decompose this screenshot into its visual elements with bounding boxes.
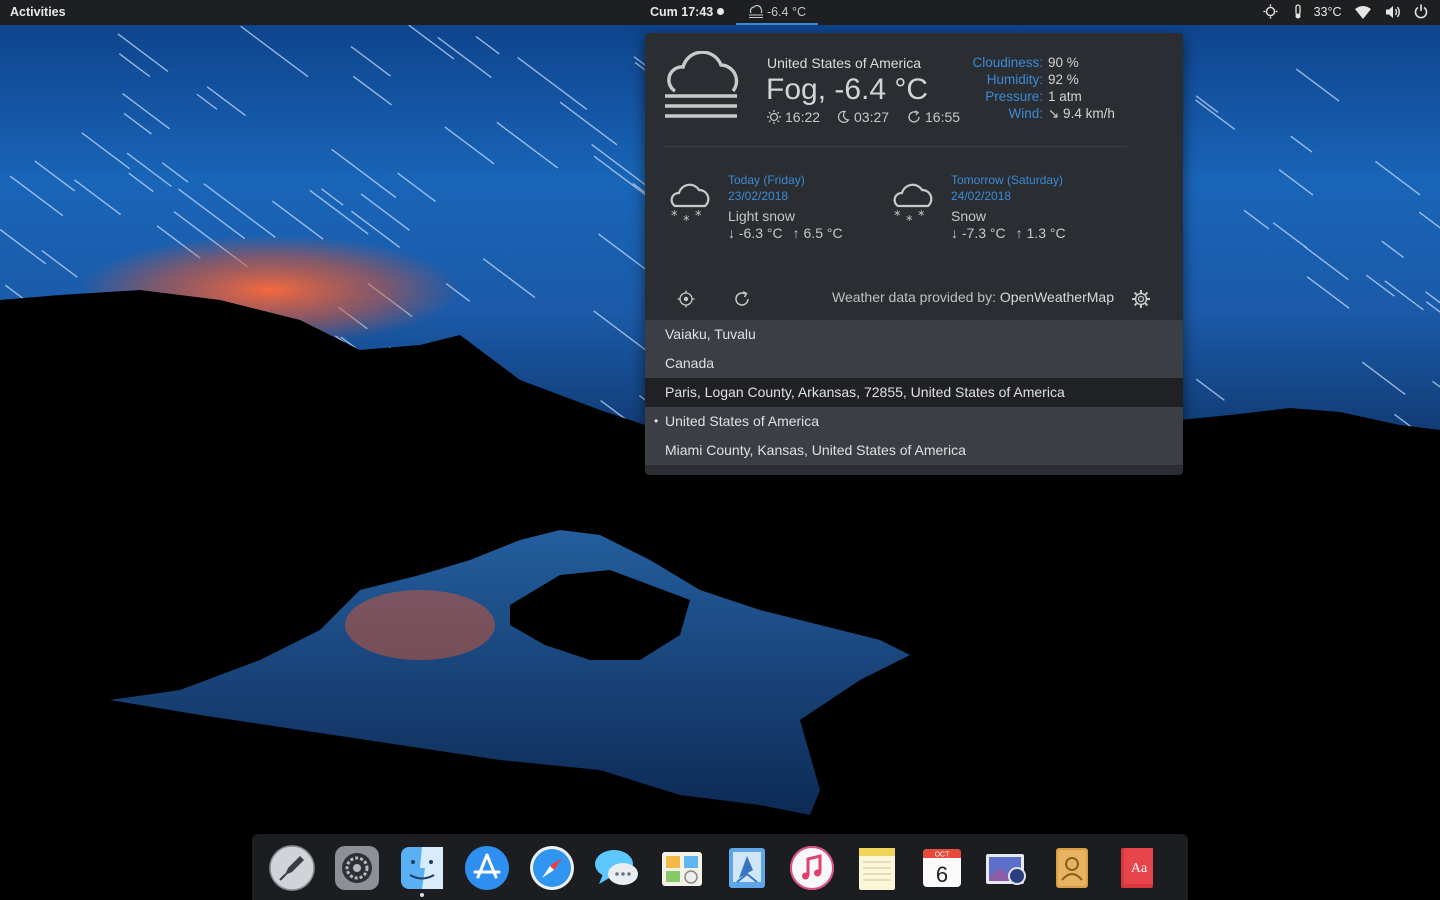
- wifi-icon[interactable]: [1355, 0, 1372, 25]
- location-name: United States of America: [665, 413, 820, 429]
- moon-icon: [837, 110, 850, 123]
- snow-cloud-icon: * * *: [670, 183, 710, 228]
- location-item[interactable]: Miami County, Kansas, United States of A…: [645, 436, 1183, 465]
- detail-label: Humidity:: [986, 72, 1043, 87]
- dock: OCT 6 Aa: [252, 834, 1188, 900]
- detail-cloudiness: Cloudiness: 90 %: [895, 55, 1125, 72]
- svg-text:*: *: [683, 214, 690, 228]
- separator: [663, 146, 1127, 147]
- locate-icon[interactable]: [677, 290, 695, 308]
- sunset: 03:27: [836, 109, 889, 125]
- detail-label: Cloudiness:: [972, 55, 1043, 70]
- detail-value: 90 %: [1048, 55, 1079, 70]
- location-item-active[interactable]: • United States of America: [645, 407, 1183, 436]
- forecast-date: 23/02/2018: [728, 189, 789, 203]
- safari-icon[interactable]: [528, 844, 576, 892]
- messages-icon[interactable]: [593, 844, 641, 892]
- volume-icon[interactable]: [1385, 0, 1401, 25]
- brightness-icon[interactable]: [1263, 0, 1278, 25]
- weather-indicator-temp: -6.4 °C: [766, 5, 807, 19]
- notification-dot: [717, 8, 725, 15]
- system-tray[interactable]: 33°C: [1253, 0, 1428, 25]
- activities-button[interactable]: Activities: [10, 0, 66, 25]
- provider-credit: Weather data provided by: OpenWeatherMap: [832, 289, 1114, 305]
- snow-cloud-icon: * * *: [893, 183, 933, 228]
- sunrise-icon: [767, 110, 781, 124]
- thermometer-icon: [1294, 4, 1301, 19]
- launchpad-icon[interactable]: [268, 844, 316, 892]
- detail-value: 92 %: [1048, 72, 1079, 87]
- cpu-temperature[interactable]: 33°C: [1292, 0, 1342, 25]
- current-details: Cloudiness: 90 % Humidity: 92 % Pressure: 1…: [895, 55, 1125, 123]
- detail-label: Wind:: [1008, 106, 1043, 121]
- preview-icon[interactable]: [983, 844, 1031, 892]
- detail-wind: Wind: ↘ 9.4 km/h: [895, 106, 1125, 123]
- forecast-today-header: Today (Friday) 23/02/2018: [728, 172, 805, 204]
- forecast-tomorrow-header: Tomorrow (Saturday) 24/02/2018: [951, 172, 1063, 204]
- location-item[interactable]: Paris, Logan County, Arkansas, 72855, Un…: [645, 378, 1183, 407]
- fog-cloud-icon: [748, 5, 763, 18]
- app-store-icon[interactable]: [463, 844, 511, 892]
- photos-icon[interactable]: [658, 844, 706, 892]
- svg-text:*: *: [671, 209, 678, 224]
- notes-icon[interactable]: [853, 844, 901, 892]
- weather-indicator[interactable]: -6.4 °C: [736, 0, 818, 25]
- location-list: Vaiaku, Tuvalu Canada Paris, Logan Count…: [645, 320, 1183, 465]
- clock-label: Cum 17:43: [650, 5, 714, 19]
- detail-label: Pressure:: [985, 89, 1043, 104]
- calendar-day: 6: [936, 862, 948, 887]
- dictionary-icon[interactable]: Aa: [1113, 844, 1161, 892]
- location-name: Miami County, Kansas, United States of A…: [665, 442, 966, 458]
- calendar-month: OCT: [935, 852, 951, 859]
- weather-popup: United States of America Fog, -6.4 °C 16…: [645, 33, 1183, 475]
- detail-humidity: Humidity: 92 %: [895, 72, 1125, 89]
- detail-pressure: Pressure: 1 atm: [895, 89, 1125, 106]
- forecast-low: ↓ -6.3 °C: [728, 225, 783, 241]
- detail-value: ↘ 9.4 km/h: [1048, 106, 1115, 121]
- location-name: Paris, Logan County, Arkansas, 72855, Un…: [665, 384, 1065, 400]
- sunrise-time: 16:22: [785, 109, 821, 125]
- forecast-condition: Snow: [951, 208, 987, 224]
- gear-icon[interactable]: [1131, 289, 1151, 309]
- finder-icon[interactable]: [398, 844, 446, 892]
- fog-cloud-icon: [665, 51, 739, 118]
- contacts-icon[interactable]: [1048, 844, 1096, 892]
- svg-text:*: *: [894, 209, 901, 224]
- clock-menu[interactable]: Cum 17:43: [650, 0, 725, 25]
- svg-text:*: *: [906, 214, 913, 228]
- forecast-temps: ↓ -7.3 °C ↑ 1.3 °C: [951, 225, 1076, 241]
- forecast-condition: Light snow: [728, 208, 795, 224]
- calendar-icon[interactable]: OCT 6: [918, 844, 966, 892]
- svg-text:*: *: [695, 209, 702, 224]
- provider-link[interactable]: OpenWeatherMap: [1000, 289, 1114, 305]
- location-item[interactable]: Canada: [645, 349, 1183, 378]
- mail-icon[interactable]: [723, 844, 771, 892]
- detail-value: 1 atm: [1048, 89, 1082, 104]
- provider-label: Weather data provided by:: [832, 289, 996, 305]
- location-name: Vaiaku, Tuvalu: [665, 326, 756, 342]
- top-panel: Activities Cum 17:43 -6.4 °C 33°C: [0, 0, 1440, 25]
- forecast-temps: ↓ -6.3 °C ↑ 6.5 °C: [728, 225, 853, 241]
- power-icon[interactable]: [1414, 0, 1428, 25]
- cpu-temp-label: 33°C: [1313, 5, 1342, 20]
- running-indicator: [420, 893, 424, 897]
- forecast-high: ↑ 1.3 °C: [1015, 225, 1066, 241]
- refresh-icon[interactable]: [733, 290, 751, 308]
- forecast-date: 24/02/2018: [951, 189, 1012, 203]
- sunrise: 16:22: [767, 109, 820, 125]
- svg-text:*: *: [918, 209, 925, 224]
- location-name: Canada: [665, 355, 715, 371]
- forecast-high: ↑ 6.5 °C: [792, 225, 843, 241]
- forecast-day: Today (Friday): [728, 173, 805, 187]
- active-bullet: •: [654, 414, 659, 428]
- sunset-time: 03:27: [854, 109, 890, 125]
- location-item[interactable]: Vaiaku, Tuvalu: [645, 320, 1183, 349]
- forecast-day: Tomorrow (Saturday): [951, 173, 1064, 187]
- dictionary-label: Aa: [1131, 861, 1148, 876]
- system-preferences-icon[interactable]: [333, 844, 381, 892]
- itunes-icon[interactable]: [788, 844, 836, 892]
- forecast-low: ↓ -7.3 °C: [951, 225, 1006, 241]
